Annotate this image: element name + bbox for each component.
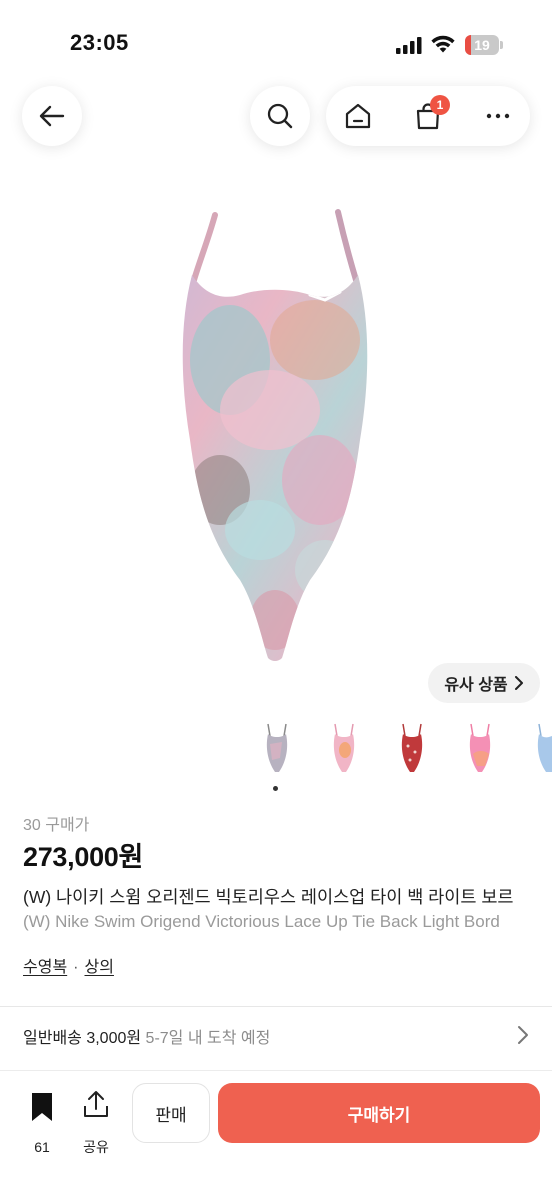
thumbnail-3[interactable] (395, 720, 429, 780)
similar-products-button[interactable]: 유사 상품 (428, 663, 540, 703)
shipping-text: 일반배송 3,000원 5-7일 내 도착 예정 (23, 1024, 270, 1048)
product-title-ko: (W) 나이키 스윔 오리젠드 빅토리우스 레이스업 타이 백 라이트 보르 (23, 887, 514, 907)
thumbnail-4[interactable] (463, 720, 497, 780)
search-button[interactable] (250, 86, 310, 146)
share-button[interactable]: 공유 (76, 1087, 116, 1155)
shipping-eta: 5-7일 내 도착 예정 (145, 1030, 271, 1047)
shipping-fee: 일반배송 3,000원 (23, 1030, 142, 1047)
thumbnail-2[interactable] (327, 720, 361, 780)
similar-products-label: 유사 상품 (444, 677, 508, 694)
bookmark-icon (32, 1093, 52, 1121)
thumbnail-1[interactable] (260, 720, 294, 780)
category-breadcrumb: 수영복 · 상의 (23, 953, 114, 977)
share-label: 공유 (83, 1139, 109, 1155)
battery-indicator: 19 (465, 35, 503, 55)
product-title-en: (W) Nike Swim Origend Victorious Lace Up… (23, 912, 500, 931)
sell-button[interactable]: 판매 (132, 1083, 210, 1143)
category-separator: · (73, 959, 79, 976)
search-icon (267, 103, 293, 129)
thumbnail-5[interactable] (531, 720, 552, 780)
purchase-count: 30 구매가 (23, 817, 90, 834)
buy-button[interactable]: 구매하기 (218, 1083, 540, 1143)
wifi-icon (431, 35, 455, 53)
shipping-info-row[interactable]: 일반배송 3,000원 5-7일 내 도착 예정 (0, 1007, 552, 1063)
carousel-indicator (273, 786, 278, 791)
bottom-action-bar: 61 공유 판매 구매하기 (0, 1070, 552, 1200)
back-arrow-icon (39, 105, 65, 127)
chevron-right-icon (518, 1026, 528, 1044)
status-time: 23:05 (70, 30, 129, 55)
battery-level: 19 (474, 37, 490, 53)
cart-button[interactable]: 1 (398, 86, 458, 146)
share-icon (84, 1091, 108, 1117)
more-icon (486, 113, 510, 119)
cart-count-badge: 1 (430, 95, 450, 115)
bookmark-button[interactable]: 61 (22, 1087, 62, 1155)
bookmark-count: 61 (34, 1139, 50, 1155)
product-image[interactable] (150, 200, 400, 670)
price: 273,000원 (23, 842, 144, 872)
home-button[interactable] (328, 86, 388, 146)
category-link-swimwear[interactable]: 수영복 (23, 959, 67, 976)
chevron-right-icon (514, 676, 523, 690)
category-link-top[interactable]: 상의 (85, 959, 114, 976)
back-button[interactable] (22, 86, 82, 146)
more-button[interactable] (468, 86, 528, 146)
nav-actions: 1 (326, 86, 530, 146)
status-bar: 23:05 19 (0, 0, 552, 80)
home-icon (345, 103, 371, 129)
signal-icon (396, 37, 422, 54)
